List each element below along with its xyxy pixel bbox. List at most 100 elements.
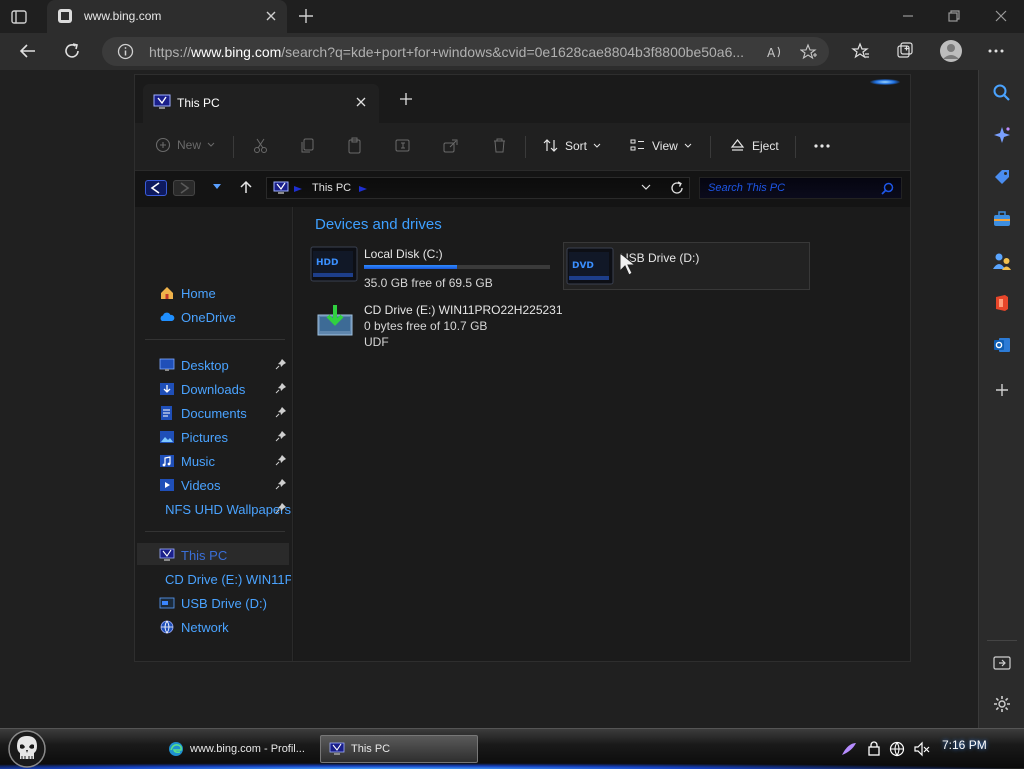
hide-sidebar-icon[interactable] [992,653,1012,673]
drive-cd-e[interactable]: CD Drive (E:) WIN11PRO22H225231 0 bytes … [310,299,570,351]
nav-label: Desktop [181,358,229,373]
section-header[interactable]: Devices and drives [315,216,442,233]
refresh-icon[interactable] [670,181,684,195]
explorer-new-tab-icon[interactable] [399,92,413,106]
feather-tray-icon[interactable] [840,741,858,757]
more-options-icon[interactable] [986,41,1006,61]
this-pc-icon [273,181,289,195]
collections-icon[interactable] [895,41,915,61]
paste-icon[interactable] [346,137,363,154]
delete-icon[interactable] [491,137,508,154]
explorer-forward-button[interactable] [173,180,195,196]
back-arrow-icon[interactable] [18,41,38,61]
skull-start-icon [4,729,50,769]
restore-icon[interactable] [946,8,962,24]
profile-avatar[interactable] [939,39,963,63]
up-arrow-icon[interactable] [238,179,254,195]
explorer-back-button[interactable] [145,180,167,196]
eject-button[interactable]: Eject [729,137,779,154]
breadcrumb-arrow-icon[interactable] [294,186,302,192]
search-icon[interactable] [992,83,1012,103]
drive-usb-d[interactable]: DVD USB Drive (D:) [563,242,810,290]
pin-icon [275,454,287,466]
downloads-icon [159,381,175,397]
search-placeholder: Search This PC [708,182,785,194]
volume-muted-icon[interactable] [913,741,931,757]
tab-actions-icon[interactable] [10,8,28,26]
minimize-icon[interactable] [900,8,916,24]
nav-item-pictures[interactable]: Pictures [159,427,291,447]
network-globe-icon[interactable] [889,741,905,757]
drive-local-disk-c[interactable]: HDD Local Disk (C:) 35.0 GB free of 69.5… [310,243,556,293]
recent-locations-chevron-icon[interactable] [212,183,222,191]
add-favorite-icon[interactable] [800,43,818,61]
add-sidebar-app-icon[interactable] [992,380,1012,400]
sort-arrows-icon [542,137,559,154]
nav-item-videos[interactable]: Videos [159,475,291,495]
nav-item-nfs-wallpapers[interactable]: NFS UHD Wallpapers [159,499,291,519]
sort-button[interactable]: Sort [542,137,601,154]
chevron-down-icon [593,143,601,149]
nav-item-this-pc[interactable]: This PC [159,545,291,565]
browser-toolbar: https://www.bing.com/search?q=kde+port+f… [0,33,1024,70]
games-people-icon[interactable] [992,251,1012,271]
breadcrumb-arrow-icon[interactable] [359,186,367,192]
rename-icon[interactable] [394,137,411,154]
close-window-icon[interactable] [993,8,1009,24]
shopping-tag-icon[interactable] [992,167,1012,187]
security-tray-icon[interactable] [866,741,882,757]
read-aloud-icon[interactable]: A [766,43,784,61]
nav-item-documents[interactable]: Documents [159,403,291,423]
share-icon[interactable] [442,137,459,154]
cd-drive-icon [316,303,356,339]
taskbar-explorer-button[interactable]: This PC [320,735,478,763]
refresh-icon[interactable] [62,41,82,61]
nav-item-network[interactable]: Network [159,617,291,637]
site-info-icon[interactable] [117,43,134,60]
nav-item-downloads[interactable]: Downloads [159,379,291,399]
drive-name: Local Disk (C:) [364,247,443,261]
start-button[interactable] [4,729,50,769]
this-pc-icon [329,741,345,757]
plus-circle-icon [155,137,171,153]
view-button[interactable]: View [629,137,692,154]
new-button[interactable]: New [155,137,215,153]
nav-item-music[interactable]: Music [159,451,291,471]
address-history-chevron-icon[interactable] [641,184,651,190]
explorer-address-bar[interactable]: This PC [266,177,690,199]
copy-icon[interactable] [299,137,316,154]
drive-name: CD Drive (E:) WIN11PRO22H225231 [364,303,563,317]
divider [525,136,526,158]
close-tab-icon[interactable] [265,10,277,22]
nav-label: Videos [181,478,221,493]
new-tab-icon[interactable] [297,7,315,25]
favorites-icon[interactable] [851,41,871,61]
explorer-search-field[interactable]: Search This PC [699,177,902,199]
breadcrumb[interactable]: This PC [312,182,351,194]
task-label: This PC [351,743,390,755]
browser-tab[interactable]: www.bing.com [47,0,287,33]
taskbar: www.bing.com - Profil... This PC 7:16 PM [0,728,1024,768]
taskbar-clock[interactable]: 7:16 PM [942,738,987,752]
customize-gear-icon[interactable] [992,694,1012,714]
forward-arrow-icon [174,181,194,195]
tools-briefcase-icon[interactable] [992,209,1012,229]
cut-icon[interactable] [252,137,269,154]
nav-label: Home [181,286,216,301]
task-label: www.bing.com - Profil... [190,743,305,755]
office-icon[interactable] [992,293,1012,313]
outlook-icon[interactable] [992,335,1012,355]
see-more-icon[interactable] [812,140,832,152]
search-icon[interactable] [881,182,894,195]
copilot-sparkle-icon[interactable] [992,125,1012,145]
desktop-icon [159,357,175,373]
nav-item-usb-drive[interactable]: USB Drive (D:) [159,593,291,613]
nav-item-cd-drive[interactable]: CD Drive (E:) WIN11PRO22H225231 [159,569,291,589]
nav-item-onedrive[interactable]: OneDrive [159,307,291,327]
explorer-tab[interactable]: This PC [143,84,379,123]
address-bar[interactable]: https://www.bing.com/search?q=kde+port+f… [102,37,829,66]
close-explorer-tab-icon[interactable] [355,96,367,108]
nav-item-home[interactable]: Home [159,283,291,303]
taskbar-edge-button[interactable]: www.bing.com - Profil... [160,735,314,763]
nav-item-desktop[interactable]: Desktop [159,355,291,375]
